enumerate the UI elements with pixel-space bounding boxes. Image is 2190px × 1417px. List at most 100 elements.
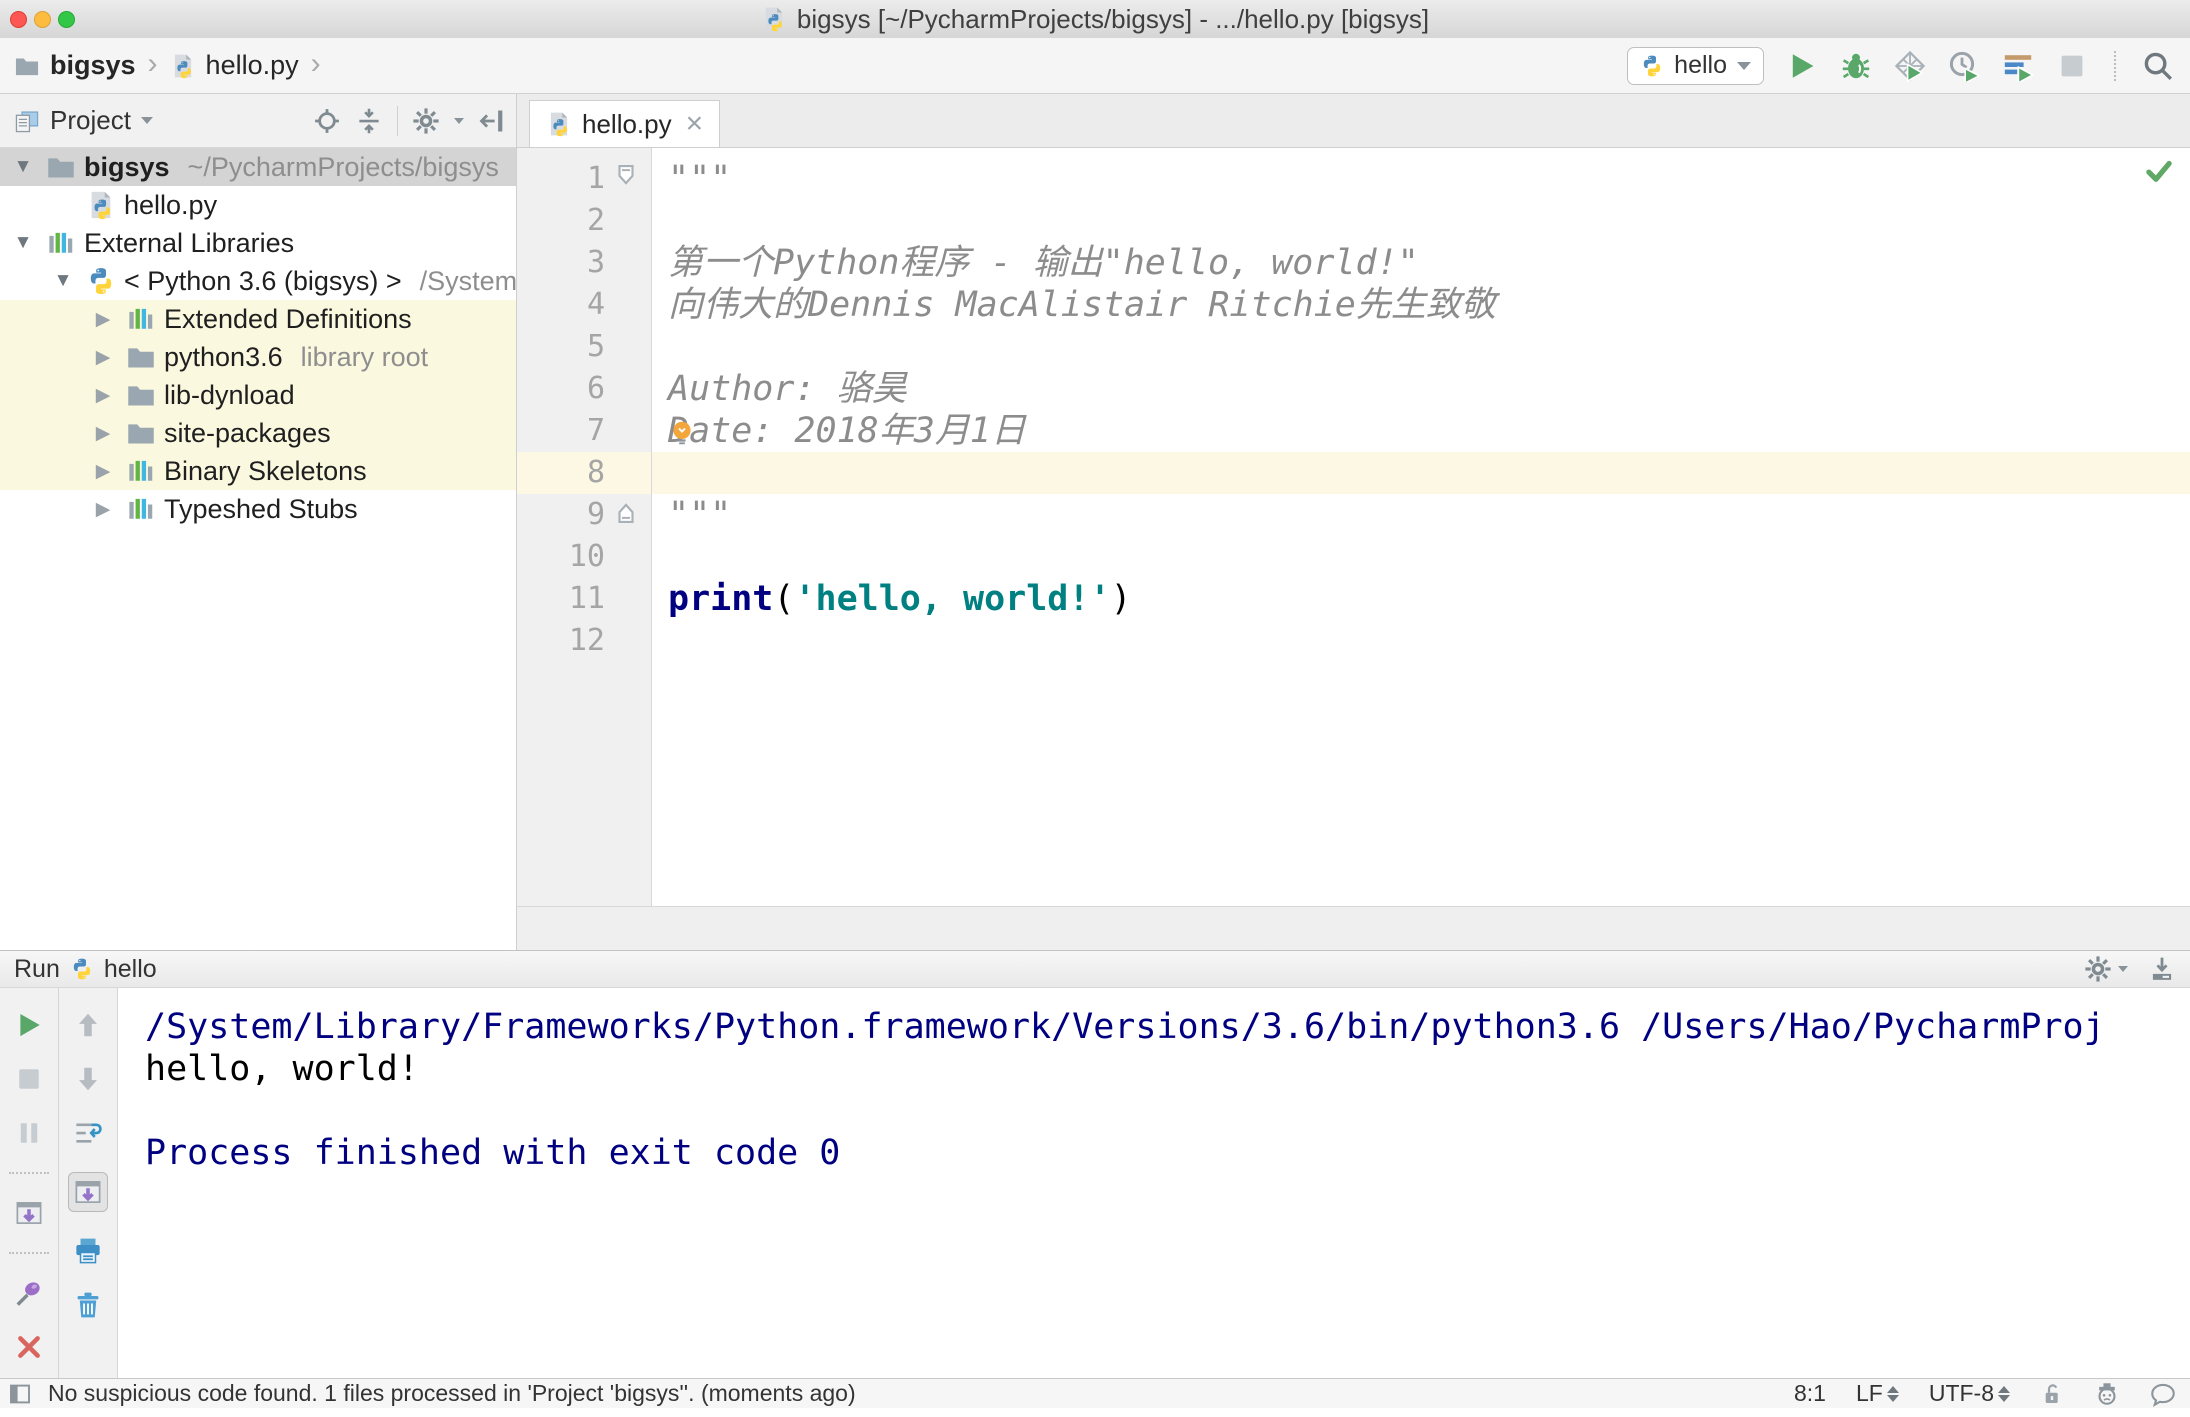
tree-item-bigsys[interactable]: ▼ bigsys ~/PycharmProjects/bigsys bbox=[0, 148, 516, 186]
main-toolbar: hello bbox=[1627, 46, 2190, 85]
line-separator-widget[interactable]: LF bbox=[1856, 1380, 1899, 1407]
code-line[interactable] bbox=[652, 452, 2190, 494]
minimize-window-button[interactable] bbox=[34, 10, 51, 28]
project-tree[interactable]: ▼ bigsys ~/PycharmProjects/bigsys hello.py ▼… bbox=[0, 148, 516, 950]
chevron-down-icon bbox=[454, 117, 464, 124]
code-token: 第一个Python程序 - 输出"hello, world!" bbox=[668, 243, 1419, 283]
tree-item-external-libraries[interactable]: ▼ External Libraries bbox=[0, 224, 516, 262]
rerun-button[interactable] bbox=[14, 1010, 44, 1040]
python-icon bbox=[1640, 54, 1664, 78]
concurrency-diagram-button[interactable] bbox=[2002, 50, 2034, 82]
tree-item-python-3-6-bigsys[interactable]: ▼ < Python 3.6 (bigsys) > /System bbox=[0, 262, 516, 300]
intention-bulb-icon[interactable] bbox=[667, 418, 697, 448]
code-line[interactable]: print('hello, world!') bbox=[652, 578, 2190, 620]
clear-all-button[interactable] bbox=[73, 1290, 103, 1320]
code-line[interactable]: 向伟大的Dennis MacAlistair Ritchie先生致敬 bbox=[652, 284, 2190, 326]
search-everywhere-button[interactable] bbox=[2142, 50, 2174, 82]
run-toolbar-left-column: » bbox=[0, 988, 59, 1416]
scroll-to-end-button[interactable] bbox=[67, 1172, 108, 1212]
profiler-button[interactable] bbox=[1948, 50, 1980, 82]
window-titlebar: bigsys [~/PycharmProjects/bigsys] - .../… bbox=[0, 0, 2190, 39]
debug-button[interactable] bbox=[1840, 50, 1872, 82]
run-with-coverage-button[interactable] bbox=[1894, 50, 1926, 82]
folder-icon bbox=[46, 152, 76, 182]
pin-tab-button[interactable] bbox=[14, 1278, 44, 1308]
close-window-button[interactable] bbox=[10, 10, 27, 28]
dock-panel-icon[interactable] bbox=[2148, 955, 2176, 983]
python-icon bbox=[86, 266, 116, 296]
chevron-down-icon bbox=[1737, 61, 1751, 70]
settings-gear-icon[interactable] bbox=[412, 107, 440, 135]
line-number: 6 bbox=[586, 371, 605, 406]
collapse-arrow-icon[interactable]: ▼ bbox=[8, 156, 38, 178]
breadcrumb-item-hello-py[interactable]: hello.py bbox=[206, 50, 299, 81]
console-line: Process finished with exit code 0 bbox=[145, 1133, 841, 1173]
code-line[interactable]: """ bbox=[652, 158, 2190, 200]
expand-arrow-icon[interactable]: ▶ bbox=[88, 498, 118, 521]
expand-arrow-icon[interactable]: ▶ bbox=[88, 346, 118, 369]
code-line[interactable]: Date: 2018年3月1日 bbox=[652, 410, 2190, 452]
print-button[interactable] bbox=[73, 1236, 103, 1266]
tree-item-site-packages[interactable]: ▶ site-packages bbox=[0, 414, 516, 452]
tree-item-label: site-packages bbox=[164, 417, 331, 448]
tree-item-extended-definitions[interactable]: ▶ Extended Definitions bbox=[0, 300, 516, 338]
fold-region-end-icon[interactable] bbox=[613, 500, 639, 526]
breadcrumb-chevron-icon: › bbox=[147, 46, 158, 80]
settings-gear-icon[interactable] bbox=[2084, 955, 2112, 983]
notifications-bubble-icon[interactable] bbox=[2150, 1381, 2176, 1407]
fold-region-start-icon[interactable] bbox=[613, 162, 639, 188]
workspace: Project ▼ bigsys ~/PycharmProjects/bigsys h… bbox=[0, 94, 2190, 950]
code-line[interactable]: Author: 骆昊 bbox=[652, 368, 2190, 410]
expand-arrow-icon[interactable]: ▶ bbox=[88, 308, 118, 331]
locate-file-icon[interactable] bbox=[313, 107, 341, 135]
run-panel-header: Run hello bbox=[0, 951, 2190, 988]
encoding-widget[interactable]: UTF-8 bbox=[1929, 1380, 2010, 1407]
run-console-output[interactable]: /System/Library/Frameworks/Python.framew… bbox=[118, 988, 2190, 1378]
chevron-down-icon[interactable] bbox=[140, 117, 153, 124]
tree-item-hello-py[interactable]: hello.py bbox=[0, 186, 516, 224]
toolwindow-switcher-icon[interactable] bbox=[8, 1382, 32, 1406]
breadcrumb-item-bigsys[interactable]: bigsys bbox=[50, 50, 136, 81]
inspections-profile-icon[interactable] bbox=[2094, 1381, 2120, 1407]
zoom-window-button[interactable] bbox=[58, 10, 75, 28]
run-configuration-select[interactable]: hello bbox=[1627, 46, 1764, 85]
folder-icon bbox=[126, 380, 156, 410]
restore-layout-button[interactable] bbox=[14, 1198, 44, 1228]
code-line[interactable] bbox=[652, 200, 2190, 242]
editor-tab-hello-py[interactable]: hello.py × bbox=[529, 100, 721, 147]
code-line[interactable] bbox=[652, 326, 2190, 368]
code-line[interactable]: 第一个Python程序 - 输出"hello, world!" bbox=[652, 242, 2190, 284]
status-message[interactable]: No suspicious code found. 1 files proces… bbox=[48, 1380, 856, 1407]
close-panel-button[interactable] bbox=[14, 1332, 44, 1362]
code-token: ) bbox=[1110, 579, 1132, 619]
expand-arrow-icon[interactable]: ▶ bbox=[88, 460, 118, 483]
run-panel-config-name[interactable]: hello bbox=[104, 955, 157, 984]
code-line[interactable]: """ bbox=[652, 494, 2190, 536]
unlock-icon[interactable] bbox=[2040, 1382, 2064, 1406]
code-line[interactable] bbox=[652, 536, 2190, 578]
tree-item-typeshed-stubs[interactable]: ▶ Typeshed Stubs bbox=[0, 490, 516, 528]
run-panel-toolbar: » bbox=[0, 988, 118, 1416]
run-button[interactable] bbox=[1786, 50, 1818, 82]
line-number: 2 bbox=[586, 203, 605, 238]
editor-area: hello.py × 1 2 3 4 5 6 7 8 9 10 11 12 """ 第一个Python程… bbox=[517, 94, 2190, 950]
collapse-all-icon[interactable] bbox=[355, 107, 383, 135]
hide-panel-icon[interactable] bbox=[478, 107, 506, 135]
tree-item-python3-6[interactable]: ▶ python3.6 library root bbox=[0, 338, 516, 376]
soft-wraps-button[interactable] bbox=[73, 1118, 103, 1148]
chevron-down-icon bbox=[2118, 966, 2128, 972]
close-tab-icon[interactable]: × bbox=[686, 109, 704, 139]
python-file-icon bbox=[546, 111, 572, 137]
caret-position-widget[interactable]: 8:1 bbox=[1794, 1380, 1826, 1407]
toolbar-separator bbox=[8, 1172, 49, 1174]
expand-arrow-icon[interactable]: ▶ bbox=[88, 422, 118, 445]
collapse-arrow-icon[interactable]: ▼ bbox=[48, 270, 78, 292]
expand-arrow-icon[interactable]: ▶ bbox=[88, 384, 118, 407]
library-icon bbox=[126, 456, 156, 486]
tree-item-lib-dynload[interactable]: ▶ lib-dynload bbox=[0, 376, 516, 414]
code-editor[interactable]: """ 第一个Python程序 - 输出"hello, world!" 向伟大的De… bbox=[652, 148, 2190, 906]
code-line[interactable] bbox=[652, 620, 2190, 662]
collapse-arrow-icon[interactable]: ▼ bbox=[8, 232, 38, 254]
tree-item-label: Extended Definitions bbox=[164, 303, 412, 334]
tree-item-binary-skeletons[interactable]: ▶ Binary Skeletons bbox=[0, 452, 516, 490]
